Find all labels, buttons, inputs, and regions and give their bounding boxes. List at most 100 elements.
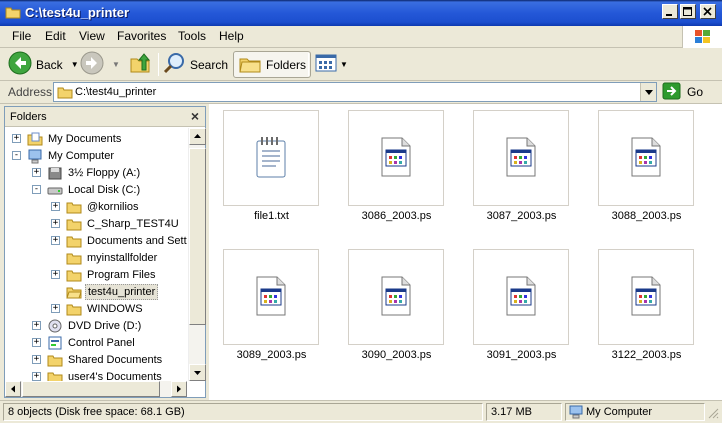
address-value: C:\test4u_printer [75,86,157,98]
menu-tools[interactable]: Tools [176,29,208,43]
scroll-up-icon[interactable] [189,128,206,145]
menu-favorites[interactable]: Favorites [115,29,168,43]
scroll-thumb-horizontal[interactable] [22,381,160,397]
file-tile-3089[interactable] [223,249,319,345]
disk-icon [47,182,63,198]
file-name[interactable]: 3088_2003.ps [584,210,709,222]
back-button[interactable]: Back ▼ [8,51,79,78]
expand-icon[interactable]: + [32,355,41,364]
status-location: My Computer [586,406,653,418]
folder-tree: + My Documents - My Computer + 3½ Floppy… [5,128,187,381]
folders-label: Folders [266,57,307,72]
file-name[interactable]: file1.txt [209,210,334,222]
file-name[interactable]: 3122_2003.ps [584,349,709,361]
expand-icon[interactable]: + [32,338,41,347]
tree-item-csharp[interactable]: + C_Sharp_TEST4U [51,215,181,232]
minimize-button[interactable] [662,4,678,19]
file-name[interactable]: 3087_2003.ps [459,210,584,222]
file-tile-file1[interactable] [223,110,319,206]
expand-icon[interactable]: + [51,270,60,279]
menu-file[interactable]: File [10,29,33,43]
tree-label: Local Disk (C:) [68,183,141,196]
horizontal-scrollbar[interactable] [5,381,187,397]
expand-icon[interactable]: + [32,168,41,177]
go-label: Go [687,85,704,99]
vertical-scrollbar[interactable] [188,128,206,381]
expand-icon[interactable]: + [32,321,41,330]
tree-label: 3½ Floppy (A:) [68,166,141,179]
folders-pane-title: Folders [10,111,47,123]
folder-icon [5,4,21,20]
views-button[interactable]: ▼ [314,51,348,78]
back-dropdown-icon[interactable]: ▼ [71,60,79,69]
go-button[interactable]: Go [662,82,718,102]
expand-icon[interactable]: + [12,134,21,143]
tree-item-floppy[interactable]: + 3½ Floppy (A:) [32,164,142,181]
tree-label: Documents and Setti [87,234,187,247]
tree-item-shared-documents[interactable]: + Shared Documents [32,351,164,368]
tree-item-test4u-printer[interactable]: test4u_printer [51,283,159,300]
address-input[interactable]: C:\test4u_printer [53,82,657,102]
views-icon [314,51,338,78]
tree-item-my-documents[interactable]: + My Documents [12,130,123,147]
folders-button[interactable]: Folders [233,51,312,78]
scroll-down-icon[interactable] [189,364,206,381]
menu-help[interactable]: Help [217,29,246,43]
folders-pane-header: Folders × [5,107,205,127]
tree-item-windows[interactable]: + WINDOWS [51,300,145,317]
close-pane-icon[interactable]: × [191,108,199,124]
address-bar: Address C:\test4u_printer Go [0,81,722,104]
back-arrow-icon [8,51,32,78]
floppy-icon [47,165,63,181]
tree-item-local-disk[interactable]: - Local Disk (C:) [32,181,142,198]
views-dropdown-icon[interactable]: ▼ [340,60,348,69]
tree-label: C_Sharp_TEST4U [87,217,179,230]
scroll-left-icon[interactable] [5,381,21,397]
tree-item-control-panel[interactable]: + Control Panel [32,334,137,351]
forward-dropdown-icon[interactable]: ▼ [112,60,120,69]
collapse-icon[interactable]: - [12,151,21,160]
tree-item-documents-and-settings[interactable]: + Documents and Setti [51,232,187,249]
file-tile-3122[interactable] [598,249,694,345]
file-tile-3087[interactable] [473,110,569,206]
file-name[interactable]: 3090_2003.ps [334,349,459,361]
forward-button[interactable]: ▼ [80,51,120,78]
address-dropdown-button[interactable] [640,83,656,101]
tree-item-dvd-drive[interactable]: + DVD Drive (D:) [32,317,143,334]
expand-icon[interactable]: + [51,219,60,228]
file-tile-3086[interactable] [348,110,444,206]
folder-icon [66,199,82,215]
menu-view[interactable]: View [77,29,107,43]
scroll-thumb[interactable] [189,148,206,325]
tree-item-myinstallfolder[interactable]: myinstallfolder [51,249,159,266]
tree-item-kornilios[interactable]: + @kornilios [51,198,141,215]
collapse-icon[interactable]: - [32,185,41,194]
file-tile-3090[interactable] [348,249,444,345]
expand-icon[interactable]: + [51,236,60,245]
search-label: Search [190,57,229,72]
close-button[interactable] [700,4,716,19]
expand-icon[interactable]: + [51,304,60,313]
file-name[interactable]: 3091_2003.ps [459,349,584,361]
search-button[interactable]: Search [162,51,228,78]
expand-icon[interactable]: + [51,202,60,211]
go-arrow-icon [662,82,682,103]
menu-edit[interactable]: Edit [43,29,68,43]
expand-icon[interactable]: + [32,372,41,381]
folder-icon [66,250,82,266]
tree-label: My Computer [48,149,115,162]
tree-item-my-computer[interactable]: - My Computer [12,147,116,164]
title-bar[interactable]: C:\test4u_printer [0,0,722,26]
tree-item-program-files[interactable]: + Program Files [51,266,157,283]
file-tile-3091[interactable] [473,249,569,345]
maximize-button[interactable] [680,4,696,19]
up-folder-button[interactable] [128,51,152,78]
file-name[interactable]: 3089_2003.ps [209,349,334,361]
scroll-right-icon[interactable] [171,381,187,397]
resize-grip-icon[interactable] [707,407,719,419]
tree-item-user4-documents[interactable]: + user4's Documents [32,368,164,381]
tree-label: WINDOWS [87,302,143,315]
ps-file-icon [504,136,538,181]
file-tile-3088[interactable] [598,110,694,206]
file-name[interactable]: 3086_2003.ps [334,210,459,222]
